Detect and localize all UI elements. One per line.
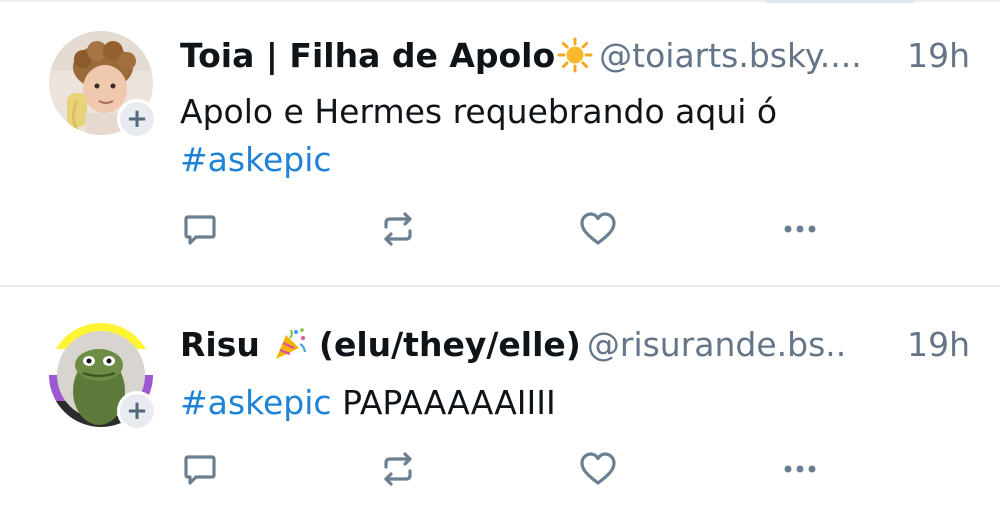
author-handle[interactable]: @risurande.bs.. [587,325,846,364]
more-icon [784,465,816,473]
post-text: #askepic PAPAAAAAIIII [180,379,960,427]
repost-icon [384,452,412,486]
more-icon [784,225,816,233]
like-button[interactable] [576,447,620,491]
post-text-line: Apolo e Hermes requebrando aqui ó [180,92,778,131]
author-avatar-wrap[interactable]: + [49,31,157,139]
feed-post[interactable]: + Toia | Filha de Apolo @toiarts.bsky...… [0,0,1000,285]
repost-icon [384,212,412,246]
more-button[interactable] [778,447,822,491]
author-name[interactable]: Risu [180,325,260,364]
feed-post[interactable]: + Risu (elu/they/elle) @risurande.bs.. 19… [0,287,1000,519]
reply-icon [184,455,216,485]
like-button[interactable] [576,207,620,251]
party-popper-emoji [272,326,308,367]
reply-button[interactable] [178,207,222,251]
author-name[interactable]: Toia | Filha de Apolo [180,36,555,75]
follow-button[interactable]: + [117,99,157,139]
author-avatar-wrap[interactable]: + [49,323,157,431]
like-icon [580,452,616,485]
follow-button[interactable]: + [117,391,157,431]
like-icon [580,212,616,245]
post-header: Risu (elu/they/elle) @risurande.bs.. 19h [180,323,970,367]
post-text-line: PAPAAAAAIIII [342,383,556,422]
repost-button[interactable] [376,207,420,251]
author-handle[interactable]: @toiarts.bsky.... [599,36,862,75]
more-button[interactable] [778,207,822,251]
post-actions [178,447,838,491]
reply-icon [184,215,216,245]
post-actions [178,207,838,251]
post-time[interactable]: 19h [903,323,970,367]
post-header: Toia | Filha de Apolo @toiarts.bsky.... … [180,34,970,78]
reply-button[interactable] [178,447,222,491]
sun-emoji [557,37,593,78]
post-time[interactable]: 19h [903,34,970,78]
repost-button[interactable] [376,447,420,491]
hashtag-link[interactable]: #askepic [180,140,332,179]
author-pronouns[interactable]: (elu/they/elle) [319,325,581,364]
post-text: Apolo e Hermes requebrando aqui ó #askep… [180,88,960,184]
hashtag-link[interactable]: #askepic [180,383,332,422]
